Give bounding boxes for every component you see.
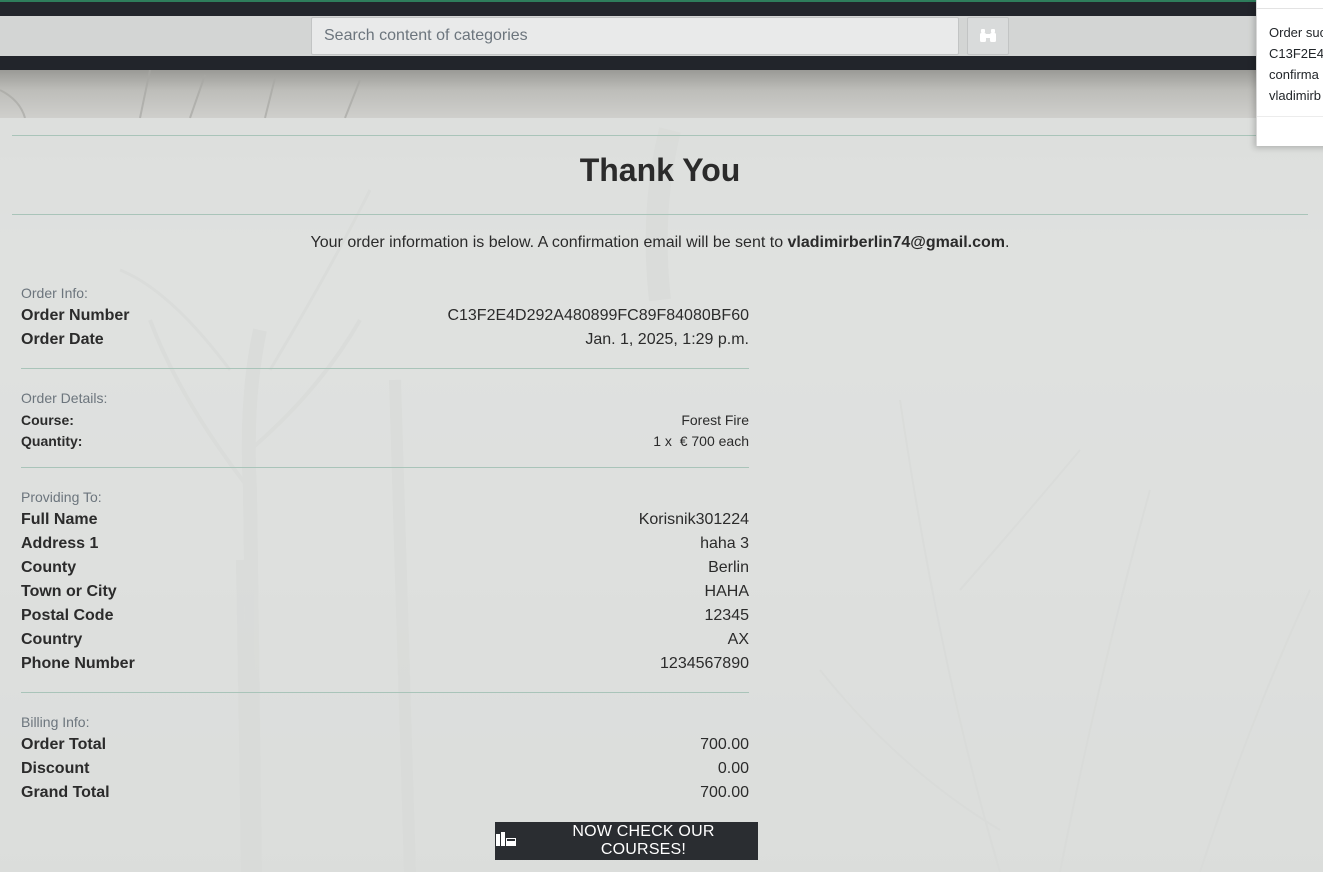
row-value: 1234567890 (660, 655, 749, 672)
row-value: 1 x € 700 each (653, 433, 749, 449)
county-row: County Berlin (21, 557, 749, 579)
row-key: Postal Code (21, 607, 114, 624)
row-value: 12345 (704, 607, 750, 624)
postal-code-row: Postal Code 12345 (21, 605, 749, 627)
divider (21, 467, 749, 468)
intro-suffix: . (1004, 234, 1010, 251)
address-row: Address 1 haha 3 (21, 533, 749, 555)
quantity-row: Quantity: 1 x € 700 each (21, 431, 749, 451)
row-value: 700.00 (700, 736, 749, 753)
row-value: HAHA (704, 583, 749, 600)
toast-header (1257, 0, 1323, 9)
courses-icon (495, 831, 517, 852)
divider (21, 368, 749, 369)
toast-line: vladimirb (1269, 88, 1322, 103)
providing-to-label: Providing To: (21, 489, 102, 505)
row-value: Korisnik301224 (638, 511, 749, 528)
intro-text: Your order information is below. A confi… (0, 234, 1320, 252)
order-date-row: Order Date Jan. 1, 2025, 1:29 p.m. (21, 329, 749, 351)
search-button[interactable] (967, 17, 1009, 55)
divider (21, 692, 749, 693)
row-value: AX (727, 631, 749, 648)
billing-info-label: Billing Info: (21, 714, 90, 730)
toast-message: Order suc C13F2E4I confirma vladimirb (1269, 22, 1323, 106)
full-name-row: Full Name Korisnik301224 (21, 509, 749, 531)
binoculars-icon (979, 27, 997, 46)
row-key: Town or City (21, 583, 117, 600)
toast-footer (1257, 116, 1323, 117)
divider (12, 214, 1308, 215)
row-key: Address 1 (21, 535, 99, 552)
header-bottom-bar (0, 56, 1323, 70)
discount-row: Discount 0.00 (21, 758, 749, 780)
order-total-row: Order Total 700.00 (21, 734, 749, 756)
order-info-label: Order Info: (21, 285, 88, 301)
row-key: County (21, 559, 77, 576)
success-toast[interactable]: Order suc C13F2E4I confirma vladimirb (1256, 0, 1323, 146)
row-value: Berlin (708, 559, 749, 576)
row-value: Forest Fire (681, 412, 749, 428)
check-courses-button[interactable]: NOW CHECK OUR COURSES! (495, 822, 758, 860)
intro-prefix: Your order information is below. A confi… (310, 234, 788, 251)
row-key: Order Total (21, 736, 107, 753)
course-row: Course: Forest Fire (21, 410, 749, 430)
row-key: Full Name (21, 511, 98, 528)
grand-total-row: Grand Total 700.00 (21, 782, 749, 804)
order-number-row: Order Number C13F2E4D292A480899FC89F8408… (21, 305, 749, 327)
town-row: Town or City HAHA (21, 581, 749, 603)
row-value: Jan. 1, 2025, 1:29 p.m. (585, 331, 749, 348)
cta-label: NOW CHECK OUR COURSES! (572, 823, 715, 858)
row-value: C13F2E4D292A480899FC89F84080BF60 (447, 307, 749, 324)
row-value: 700.00 (700, 784, 749, 801)
search-bar (0, 16, 1323, 56)
search-input[interactable] (311, 17, 959, 55)
row-key: Grand Total (21, 784, 110, 801)
row-key: Phone Number (21, 655, 135, 672)
toast-line: C13F2E4I (1269, 46, 1323, 61)
phone-row: Phone Number 1234567890 (21, 653, 749, 675)
row-value: haha 3 (700, 535, 749, 552)
row-key: Course: (21, 412, 74, 428)
row-key: Order Date (21, 331, 104, 348)
country-row: Country AX (21, 629, 749, 651)
row-key: Order Number (21, 307, 130, 324)
toast-line: Order suc (1269, 25, 1323, 40)
order-details-label: Order Details: (21, 390, 108, 406)
row-value: 0.00 (717, 760, 749, 777)
row-key: Discount (21, 760, 90, 777)
toast-line: confirma (1269, 67, 1319, 82)
confirmation-email: vladimirberlin74@gmail.com (787, 234, 1005, 251)
divider (12, 135, 1308, 136)
row-key: Country (21, 631, 83, 648)
row-key: Quantity: (21, 433, 83, 449)
page-title: Thank You (579, 152, 741, 188)
